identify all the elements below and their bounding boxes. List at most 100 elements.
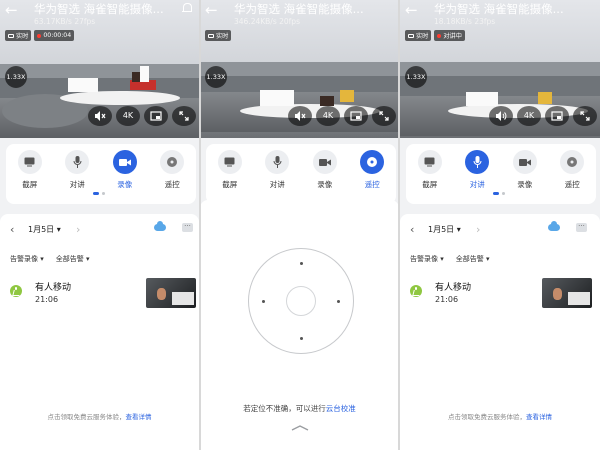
screenshot-button[interactable]: 截屏 xyxy=(210,150,250,204)
video-table xyxy=(60,91,180,105)
video-controls: 4K xyxy=(88,106,196,126)
video-object xyxy=(466,92,498,106)
control-row: 截屏 对讲 录像 遥控 xyxy=(6,144,196,204)
live-badge: 实时 xyxy=(405,30,432,41)
screenshot-icon xyxy=(417,150,442,174)
date-selector[interactable]: 1月5日 ▾ xyxy=(28,224,61,235)
phone-screen-talking: ← 华为智选 海雀智能摄像... 18.18KB/s 23fps 实时 对讲中 … xyxy=(400,0,600,450)
record-label: 录像 xyxy=(517,180,533,189)
cloud-promo: 点击领取免费云服务体验，查看详情 xyxy=(47,413,152,421)
filter-alarm-recording[interactable]: 告警录像 ▾ xyxy=(410,254,444,264)
event-time: 21:06 xyxy=(435,295,459,304)
filter-row: 告警录像 ▾ 全部告警 ▾ xyxy=(410,254,490,264)
record-button[interactable]: 录像 xyxy=(105,150,145,204)
live-video[interactable]: ← 华为智选 海雀智能摄像... 63.17KB/s 27fps 实时 00:0… xyxy=(0,0,199,138)
back-arrow-icon[interactable]: ← xyxy=(205,2,218,18)
talking-dot-icon xyxy=(437,33,442,38)
microphone-icon xyxy=(265,150,290,174)
talk-label: 对讲 xyxy=(269,180,285,189)
camera-icon xyxy=(8,33,14,38)
cloud-icon[interactable] xyxy=(548,221,560,231)
back-arrow-icon[interactable]: ← xyxy=(5,2,18,18)
ptz-dial[interactable] xyxy=(248,248,354,354)
more-icon[interactable]: ··· xyxy=(576,223,587,232)
fullscreen-icon[interactable] xyxy=(372,106,396,126)
video-controls: 4K xyxy=(288,106,396,126)
record-button[interactable]: 录像 xyxy=(505,150,545,204)
screenshot-button[interactable]: 截屏 xyxy=(10,150,50,204)
ptz-calibration-link[interactable]: 云台校准 xyxy=(326,404,356,413)
right-dot-icon[interactable] xyxy=(337,300,340,303)
camera-icon xyxy=(208,33,214,38)
back-arrow-icon[interactable]: ← xyxy=(405,2,418,18)
fullscreen-icon[interactable] xyxy=(573,106,597,126)
remote-button[interactable]: 遥控 xyxy=(352,150,392,204)
more-icon[interactable]: ··· xyxy=(182,223,193,232)
zoom-level[interactable]: 1.33X xyxy=(5,66,27,88)
event-title: 有人移动 xyxy=(35,283,72,293)
screenshot-button[interactable]: 截屏 xyxy=(410,150,450,204)
fullscreen-icon[interactable] xyxy=(172,106,196,126)
event-item[interactable]: 有人移动 21:06 xyxy=(410,278,600,318)
screenshot-label: 截屏 xyxy=(222,180,238,189)
picture-in-picture-icon[interactable] xyxy=(344,106,368,126)
dial-center[interactable] xyxy=(286,286,316,316)
zoom-level[interactable]: 1.33X xyxy=(205,66,227,88)
live-badge: 实时 xyxy=(205,30,232,41)
quality-button[interactable]: 4K xyxy=(316,106,340,126)
picture-in-picture-icon[interactable] xyxy=(545,106,569,126)
video-camera-icon xyxy=(512,150,537,174)
view-details-link[interactable]: 查看详情 xyxy=(526,413,552,421)
mute-icon[interactable] xyxy=(88,106,112,126)
live-video[interactable]: ← 华为智选 海雀智能摄像... 18.18KB/s 23fps 实时 对讲中 … xyxy=(400,0,600,138)
video-top-bar: ← 华为智选 海雀智能摄像... 18.18KB/s 23fps xyxy=(400,0,600,30)
chevron-left-icon[interactable]: ‹ xyxy=(410,223,414,236)
remote-button[interactable]: 遥控 xyxy=(552,150,592,204)
down-dot-icon[interactable] xyxy=(300,337,303,340)
remote-label: 遥控 xyxy=(364,180,380,189)
chevron-left-icon[interactable]: ‹ xyxy=(10,223,14,236)
screenshot-icon xyxy=(17,150,42,174)
zoom-level[interactable]: 1.33X xyxy=(405,66,427,88)
record-label: 录像 xyxy=(317,180,333,189)
quality-button[interactable]: 4K xyxy=(517,106,541,126)
mute-icon[interactable] xyxy=(288,106,312,126)
chevron-right-icon[interactable]: › xyxy=(476,223,480,236)
chevron-right-icon[interactable]: › xyxy=(76,223,80,236)
picture-in-picture-icon[interactable] xyxy=(144,106,168,126)
video-object xyxy=(140,66,149,82)
record-button[interactable]: 录像 xyxy=(305,150,345,204)
filter-all-alarms[interactable]: 全部告警 ▾ xyxy=(456,254,490,264)
notification-bell-icon[interactable] xyxy=(182,3,192,14)
filter-all-alarms[interactable]: 全部告警 ▾ xyxy=(56,254,90,264)
filter-alarm-recording[interactable]: 告警录像 ▾ xyxy=(10,254,44,264)
talk-button[interactable]: 对讲 xyxy=(57,150,97,204)
page-indicator xyxy=(493,192,505,195)
page-title: 华为智选 海雀智能摄像... xyxy=(434,2,564,16)
view-details-link[interactable]: 查看详情 xyxy=(126,413,152,421)
event-time: 21:06 xyxy=(35,295,59,304)
event-item[interactable]: 有人移动 21:06 xyxy=(10,278,199,318)
live-badge: 实时 xyxy=(5,30,32,41)
live-video[interactable]: ← 华为智选 海雀智能摄像... 346.24KB/s 20fps 实时 1.3… xyxy=(200,0,399,138)
quality-button[interactable]: 4K xyxy=(116,106,140,126)
talk-button[interactable]: 对讲 xyxy=(457,150,497,204)
video-object xyxy=(538,92,552,104)
up-dot-icon[interactable] xyxy=(300,262,303,265)
cloud-icon[interactable] xyxy=(154,221,166,231)
date-selector[interactable]: 1月5日 ▾ xyxy=(428,224,461,235)
page-title: 华为智选 海雀智能摄像... xyxy=(234,2,364,16)
speaker-icon[interactable] xyxy=(489,106,513,126)
event-thumbnail[interactable] xyxy=(542,278,592,308)
video-camera-icon xyxy=(112,150,137,174)
talk-button[interactable]: 对讲 xyxy=(257,150,297,204)
remote-label: 遥控 xyxy=(164,180,180,189)
event-thumbnail[interactable] xyxy=(146,278,196,308)
talk-label: 对讲 xyxy=(69,180,85,189)
left-dot-icon[interactable] xyxy=(262,300,265,303)
event-title: 有人移动 xyxy=(435,283,472,293)
chevron-up-icon[interactable] xyxy=(291,425,309,431)
person-moving-icon xyxy=(410,285,422,297)
timeline-card: ‹ 1月5日 ▾ › ··· 告警录像 ▾ 全部告警 ▾ 有人移动 21:06 … xyxy=(400,214,600,450)
remote-button[interactable]: 遥控 xyxy=(152,150,192,204)
